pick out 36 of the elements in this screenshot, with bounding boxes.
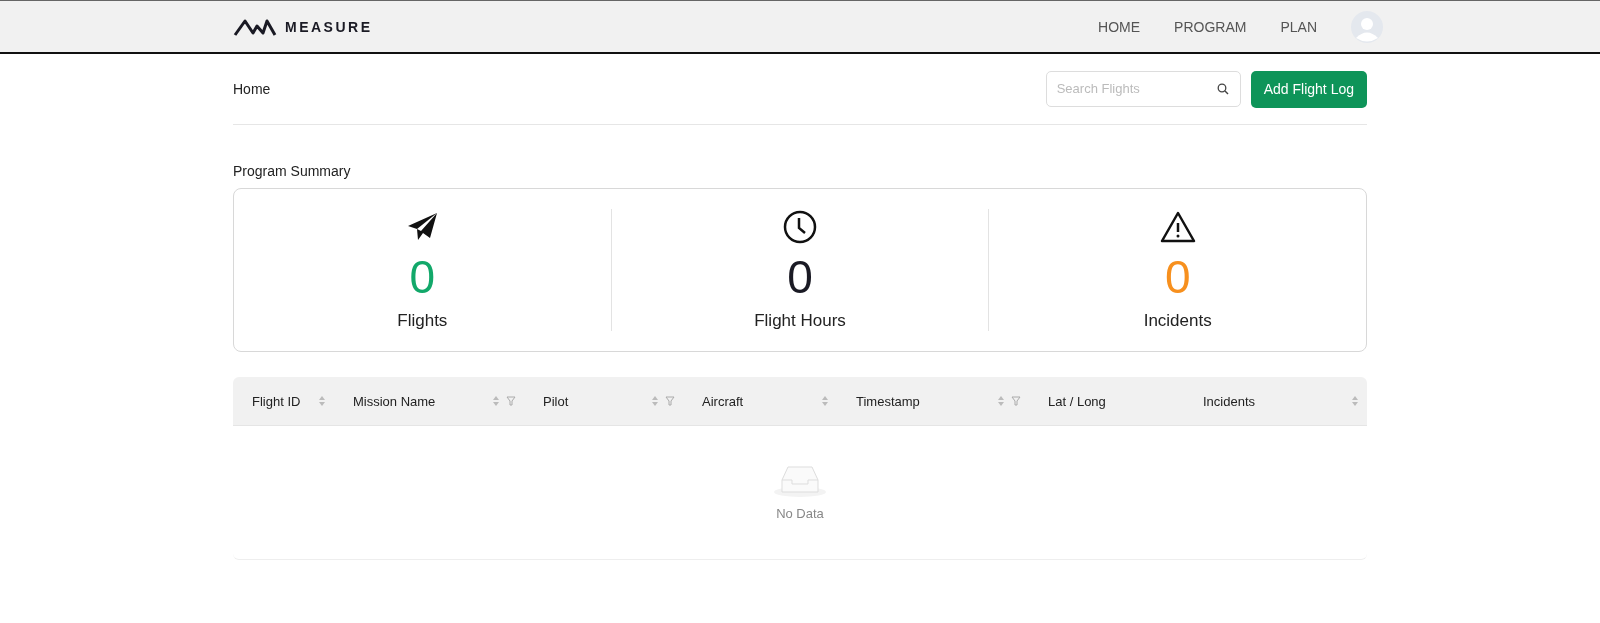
sort-icon[interactable] (318, 395, 326, 407)
breadcrumb[interactable]: Home (233, 81, 271, 97)
sort-icon[interactable] (492, 395, 500, 407)
sort-icon[interactable] (651, 395, 659, 407)
empty-inbox-icon (773, 464, 827, 498)
stat-label: Flight Hours (754, 311, 846, 331)
search-field[interactable]: Search Flights (1045, 70, 1241, 107)
column-header[interactable]: Pilot (543, 393, 645, 409)
column-header[interactable]: Mission Name (353, 393, 486, 409)
column-header[interactable]: Flight ID (252, 393, 312, 409)
filter-icon[interactable] (1011, 396, 1021, 406)
sort-icon[interactable] (1351, 395, 1359, 407)
stat-value: 0 (409, 250, 436, 305)
stat-value: 0 (787, 250, 813, 305)
column-header[interactable]: Timestamp (856, 393, 991, 409)
nav-link[interactable]: PLAN (1280, 18, 1317, 35)
nav-link[interactable]: PROGRAM (1174, 18, 1247, 35)
clock-icon (782, 209, 818, 245)
column-header[interactable]: Incidents (1203, 393, 1345, 409)
nav-link[interactable]: HOME (1098, 18, 1141, 35)
stat-label: Incidents (1143, 311, 1212, 331)
section-title: Program Summary (233, 163, 352, 179)
stat-value: 0 (1164, 250, 1191, 305)
sort-icon[interactable] (821, 395, 829, 407)
sort-icon[interactable] (997, 395, 1005, 407)
empty-message: No Data (776, 506, 824, 521)
avatar-icon[interactable] (1351, 10, 1383, 43)
stat-label: Flights (397, 311, 448, 331)
filter-icon[interactable] (506, 396, 516, 406)
search-icon (1216, 82, 1229, 95)
column-header[interactable]: Aircraft (702, 393, 815, 409)
add-flight-log-button[interactable]: Add Flight Log (1250, 70, 1367, 108)
column-header[interactable]: Lat / Long (1048, 393, 1176, 409)
filter-icon[interactable] (665, 396, 675, 406)
logo-text: MEASURE (285, 18, 373, 35)
warning-icon (1159, 209, 1196, 245)
